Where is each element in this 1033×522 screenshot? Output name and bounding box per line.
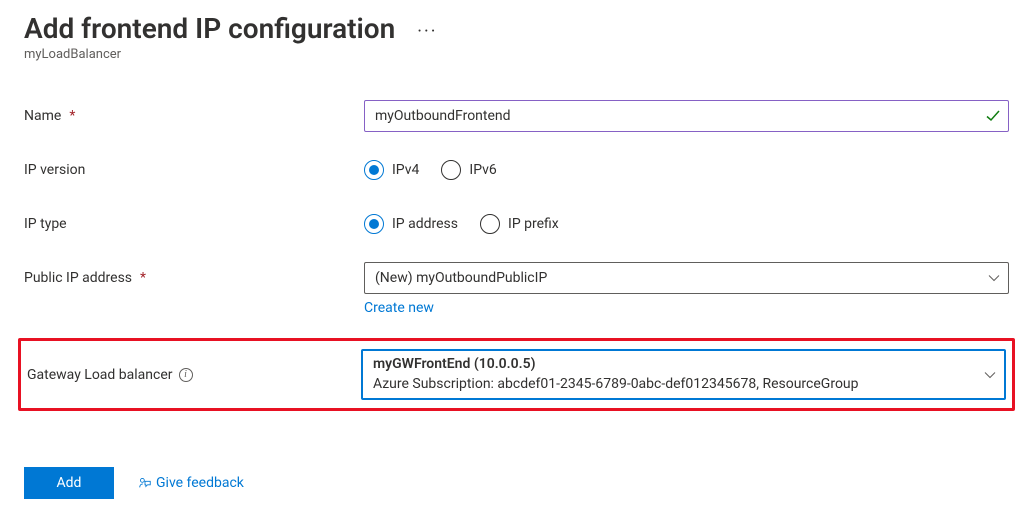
ip-type-label: IP type xyxy=(24,214,364,234)
name-input[interactable] xyxy=(364,100,1009,132)
name-label: Name* xyxy=(24,106,364,126)
ip-version-radio-group: IPv4 IPv6 xyxy=(364,154,1009,186)
public-ip-select[interactable]: (New) myOutboundPublicIP xyxy=(364,262,1009,294)
gateway-lb-select[interactable]: myGWFrontEnd (10.0.0.5) Azure Subscripti… xyxy=(361,349,1006,400)
give-feedback-link[interactable]: Give feedback xyxy=(138,475,244,491)
gateway-lb-label: Gateway Load balancer i xyxy=(27,365,361,385)
radio-ip-prefix[interactable]: IP prefix xyxy=(480,214,559,234)
create-new-link[interactable]: Create new xyxy=(364,300,434,316)
feedback-icon xyxy=(138,476,152,490)
page-title: Add frontend IP configuration xyxy=(24,12,395,45)
gateway-lb-row: Gateway Load balancer i myGWFrontEnd (10… xyxy=(18,338,1015,411)
chevron-down-icon xyxy=(984,369,996,381)
check-icon xyxy=(985,108,1001,124)
radio-ip-address[interactable]: IP address xyxy=(364,214,458,234)
radio-ipv6[interactable]: IPv6 xyxy=(441,160,496,180)
ip-version-label: IP version xyxy=(24,160,364,180)
ip-type-radio-group: IP address IP prefix xyxy=(364,208,1009,240)
gateway-lb-value-detail: Azure Subscription: abcdef01-2345-6789-0… xyxy=(373,375,974,395)
radio-ipv4[interactable]: IPv4 xyxy=(364,160,419,180)
resource-subtitle: myLoadBalancer xyxy=(24,47,1009,62)
info-icon[interactable]: i xyxy=(179,368,193,382)
gateway-lb-value-name: myGWFrontEnd (10.0.0.5) xyxy=(373,355,974,375)
more-actions-button[interactable]: ··· xyxy=(411,23,443,41)
public-ip-label: Public IP address* xyxy=(24,262,364,288)
chevron-down-icon xyxy=(988,272,1000,284)
add-button[interactable]: Add xyxy=(24,467,114,499)
